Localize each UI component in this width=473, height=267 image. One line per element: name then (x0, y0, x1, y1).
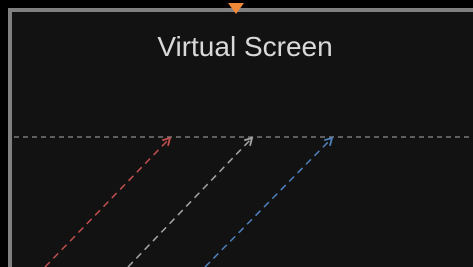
virtual-screen-diagram: Virtual Screen (8, 3, 473, 267)
virtual-screen-title: Virtual Screen (157, 31, 332, 62)
diagram-stage: Virtual Screen (0, 0, 473, 267)
